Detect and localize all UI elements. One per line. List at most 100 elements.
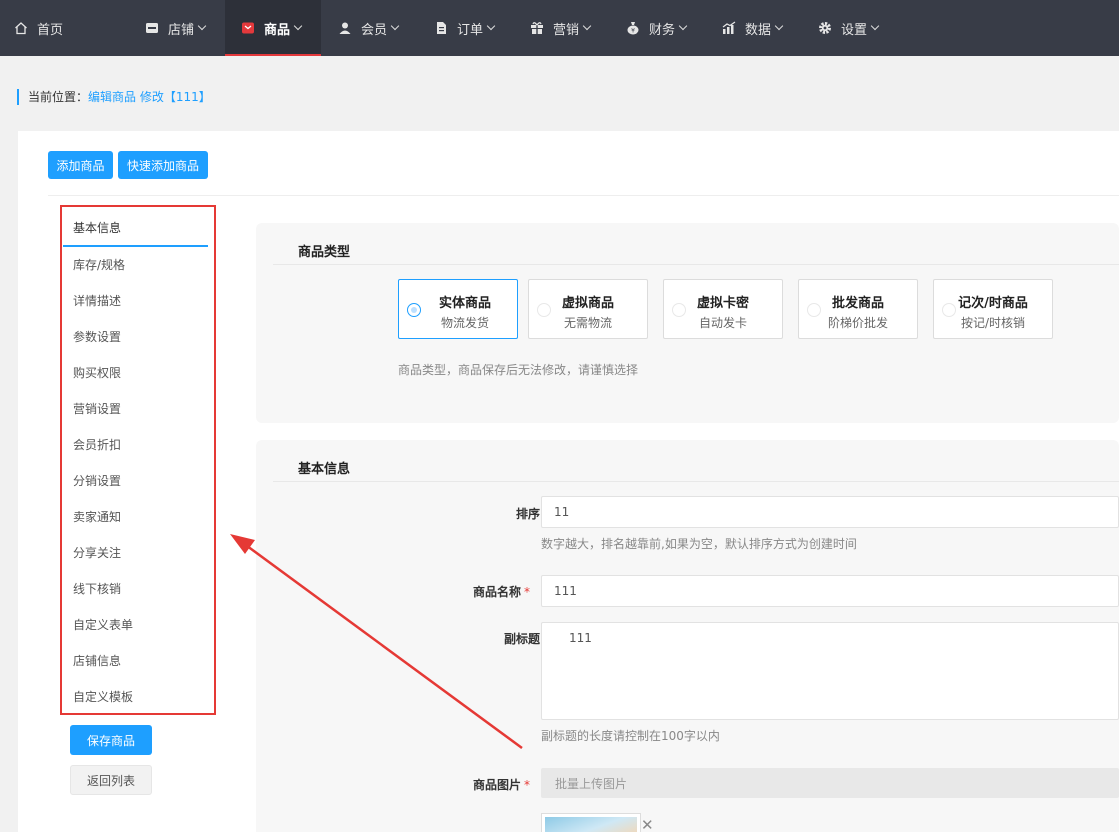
batch-upload-button[interactable]: 批量上传图片: [541, 768, 1119, 798]
sort-hint: 数字越大，排名越靠前,如果为空，默认排序方式为创建时间: [541, 537, 857, 551]
type-card-desc: 物流发货: [440, 316, 489, 330]
side-tab-store-info[interactable]: 店铺信息: [63, 643, 208, 679]
side-tab-purchase-permission[interactable]: 购买权限: [63, 355, 208, 391]
type-card-wholesale[interactable]: 批发商品 阶梯价批发: [798, 279, 918, 339]
side-tab-list: 基本信息 库存/规格 详情描述 参数设置 购买权限 营销设置 会员折扣 分销设置…: [63, 211, 208, 715]
svg-text:¥: ¥: [631, 28, 635, 35]
required-mark: *: [524, 585, 530, 599]
product-name-label-text: 商品名称: [472, 585, 521, 599]
side-tab-custom-template[interactable]: 自定义模板: [63, 679, 208, 715]
nav-order[interactable]: 订单: [433, 0, 496, 56]
quick-add-product-button[interactable]: 快速添加商品: [118, 151, 208, 179]
product-image-label: 商品图片 *: [430, 776, 530, 793]
type-card-count-time[interactable]: 记次/时商品 按记/时核销: [933, 279, 1053, 339]
product-icon: [240, 20, 256, 36]
type-card-virtual-card[interactable]: 虚拟卡密 自动发卡: [663, 279, 783, 339]
nav-finance-label: 财务: [649, 22, 676, 38]
gear-icon: [817, 20, 833, 36]
side-tab-share-follow[interactable]: 分享关注: [63, 535, 208, 571]
home-icon: [13, 20, 29, 36]
chevron-down-icon: [486, 21, 496, 31]
side-tab-custom-form[interactable]: 自定义表单: [63, 607, 208, 643]
chevron-down-icon: [582, 21, 592, 31]
type-card-name: 虚拟卡密: [696, 296, 749, 311]
chevron-down-icon: [774, 21, 784, 31]
save-product-button[interactable]: 保存商品: [70, 725, 152, 755]
type-card-desc: 阶梯价批发: [827, 316, 888, 330]
section-divider: [273, 264, 1119, 265]
nav-settings[interactable]: 设置: [817, 0, 880, 56]
side-tab-stock-spec[interactable]: 库存/规格: [63, 247, 208, 283]
side-tab-seller-notice[interactable]: 卖家通知: [63, 499, 208, 535]
breadcrumb-link[interactable]: 编辑商品 修改【111】: [88, 90, 211, 104]
type-card-name: 实体商品: [438, 296, 491, 311]
back-to-list-button[interactable]: 返回列表: [70, 765, 152, 795]
type-card-name: 批发商品: [831, 296, 884, 311]
user-icon: [337, 20, 353, 36]
nav-member[interactable]: 会员: [337, 0, 400, 56]
nav-product[interactable]: 商品: [225, 0, 321, 56]
subtitle-textarea[interactable]: 111: [541, 622, 1119, 720]
gift-icon: [529, 20, 545, 36]
side-tab-detail[interactable]: 详情描述: [63, 283, 208, 319]
nav-store-label: 店铺: [168, 22, 195, 38]
side-tab-params[interactable]: 参数设置: [63, 319, 208, 355]
required-mark: *: [524, 778, 530, 792]
document-icon: [433, 20, 449, 36]
nav-data[interactable]: 数据: [721, 0, 784, 56]
basic-info-section: 基本信息 排序 11 数字越大，排名越靠前,如果为空，默认排序方式为创建时间 商…: [256, 440, 1119, 832]
nav-home[interactable]: 首页: [13, 0, 63, 56]
side-tab-marketing[interactable]: 营销设置: [63, 391, 208, 427]
sort-label: 排序: [515, 507, 540, 521]
side-tab-basic-info[interactable]: 基本信息: [63, 211, 208, 247]
product-type-hint: 商品类型，商品保存后无法修改，请谨慎选择: [398, 363, 639, 377]
main-panel: 添加商品 快速添加商品 基本信息 库存/规格 详情描述 参数设置 购买权限 营销…: [18, 131, 1119, 832]
top-navbar: 首页 店铺 商品 会员 订单 营销 ¥ 财务 数据 设置: [0, 0, 1119, 56]
product-image-thumbnail[interactable]: [541, 813, 641, 832]
product-image-label-text: 商品图片: [472, 778, 521, 792]
product-type-title: 商品类型: [298, 245, 351, 260]
product-image: [545, 817, 637, 832]
breadcrumb: 当前位置：编辑商品 修改【111】: [17, 89, 211, 105]
nav-marketing-label: 营销: [553, 22, 580, 38]
nav-settings-label: 设置: [841, 22, 868, 38]
chart-icon: [721, 20, 737, 36]
type-card-physical[interactable]: 实体商品 物流发货: [398, 279, 518, 339]
chevron-down-icon: [293, 21, 303, 31]
chevron-down-icon: [678, 21, 688, 31]
product-name-input[interactable]: 111: [541, 575, 1119, 607]
add-product-button[interactable]: 添加商品: [48, 151, 113, 179]
side-tab-distribution[interactable]: 分销设置: [63, 463, 208, 499]
type-card-desc: 按记/时核销: [960, 316, 1026, 330]
sort-input[interactable]: 11: [541, 496, 1119, 528]
chevron-down-icon: [870, 21, 880, 31]
chevron-down-icon: [197, 21, 207, 31]
side-tab-offline-verify[interactable]: 线下核销: [63, 571, 208, 607]
basic-info-title: 基本信息: [298, 462, 351, 477]
close-icon[interactable]: ✕: [641, 816, 654, 832]
nav-store[interactable]: 店铺: [144, 0, 207, 56]
product-type-section: 商品类型 实体商品 物流发货 虚拟商品 无需物流 虚拟卡密 自动发卡 批发商品 …: [256, 223, 1119, 423]
nav-data-label: 数据: [745, 22, 772, 38]
chevron-down-icon: [390, 21, 400, 31]
nav-order-label: 订单: [457, 22, 484, 38]
type-card-name: 虚拟商品: [561, 296, 614, 311]
nav-marketing[interactable]: 营销: [529, 0, 592, 56]
nav-product-label: 商品: [264, 22, 291, 38]
breadcrumb-label: 当前位置：: [28, 90, 89, 104]
toolbar-divider: [48, 195, 1119, 196]
money-bag-icon: ¥: [625, 20, 641, 36]
subtitle-label: 副标题: [503, 632, 540, 646]
store-icon: [144, 20, 160, 36]
section-divider: [273, 481, 1119, 482]
product-name-label: 商品名称 *: [430, 583, 530, 600]
subtitle-hint: 副标题的长度请控制在100字以内: [541, 729, 720, 743]
nav-finance[interactable]: ¥ 财务: [625, 0, 688, 56]
type-card-virtual[interactable]: 虚拟商品 无需物流: [528, 279, 648, 339]
nav-home-label: 首页: [37, 22, 64, 38]
type-card-desc: 自动发卡: [698, 316, 747, 330]
side-tab-member-discount[interactable]: 会员折扣: [63, 427, 208, 463]
type-card-name: 记次/时商品: [958, 296, 1028, 311]
type-card-desc: 无需物流: [563, 316, 612, 330]
nav-member-label: 会员: [361, 22, 388, 38]
